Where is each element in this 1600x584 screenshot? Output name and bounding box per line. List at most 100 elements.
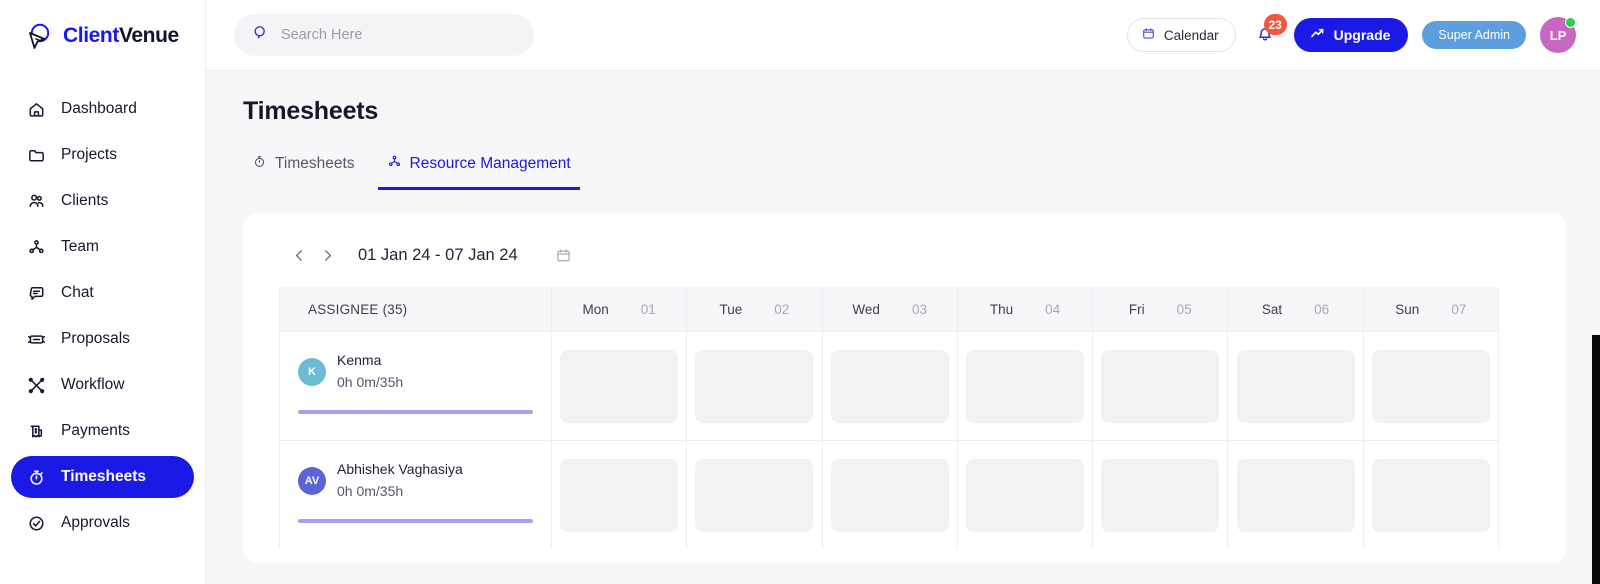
role-badge[interactable]: Super Admin [1422, 21, 1526, 49]
column-header-assignee: ASSIGNEE (35) [280, 287, 552, 331]
empty-slot-placeholder [1101, 350, 1219, 423]
app-root: ClientVenue Dashboard Projects Clients [0, 0, 1600, 584]
day-cell[interactable] [552, 332, 687, 440]
sidebar-item-dashboard[interactable]: Dashboard [11, 88, 194, 130]
sidebar-item-approvals[interactable]: Approvals [11, 502, 194, 544]
column-header-day: Fri 05 [1093, 287, 1228, 331]
day-cell[interactable] [1093, 332, 1228, 440]
online-status-dot [1565, 17, 1576, 28]
empty-slot-placeholder [1101, 459, 1219, 532]
sidebar-item-team[interactable]: Team [11, 226, 194, 268]
tab-label: Timesheets [275, 155, 355, 173]
empty-slot-placeholder [831, 350, 949, 423]
sidebar-item-projects[interactable]: Projects [11, 134, 194, 176]
empty-slot-placeholder [1372, 459, 1490, 532]
sidebar-item-clients[interactable]: Clients [11, 180, 194, 222]
day-name: Sat [1262, 302, 1282, 317]
column-header-day: Sun 07 [1364, 287, 1499, 331]
sidebar-nav: Dashboard Projects Clients Team [0, 71, 205, 544]
day-cell[interactable] [1228, 332, 1363, 440]
upgrade-button-label: Upgrade [1334, 27, 1391, 43]
sidebar-item-label: Payments [61, 422, 130, 440]
calendar-picker-icon[interactable] [552, 243, 576, 267]
empty-slot-placeholder [695, 459, 813, 532]
day-cell[interactable] [1364, 332, 1499, 440]
resource-grid: ASSIGNEE (35) Mon 01 Tue 02 Wed 03 [279, 287, 1499, 549]
assignee-cell[interactable]: AV Abhishek Vaghasiya 0h 0m/35h [280, 441, 552, 549]
day-cell[interactable] [958, 332, 1093, 440]
day-cell[interactable] [1228, 441, 1363, 549]
assignee-name: Kenma [337, 350, 403, 372]
sidebar-item-label: Dashboard [61, 100, 137, 118]
folder-icon [26, 145, 46, 165]
search-input[interactable]: Search Here [234, 14, 534, 56]
tab-timesheets[interactable]: Timesheets [243, 154, 364, 190]
brand-name-part1: Client [63, 24, 119, 47]
payment-bill-icon [26, 421, 46, 441]
users-icon [26, 191, 46, 211]
user-menu[interactable]: LP [1540, 17, 1576, 53]
calendar-button-label: Calendar [1164, 28, 1219, 43]
empty-slot-placeholder [1372, 350, 1490, 423]
day-date: 06 [1314, 302, 1329, 317]
sidebar-item-timesheets[interactable]: Timesheets [11, 456, 194, 498]
sidebar-item-payments[interactable]: Payments [11, 410, 194, 452]
day-cell[interactable] [552, 441, 687, 549]
empty-slot-placeholder [1237, 459, 1355, 532]
notifications-button[interactable]: 23 [1250, 18, 1280, 52]
vertical-scrollbar[interactable] [1588, 71, 1600, 584]
day-date: 04 [1045, 302, 1060, 317]
column-header-day: Wed 03 [823, 287, 958, 331]
capacity-progress-bar [298, 410, 533, 414]
day-cell[interactable] [687, 441, 822, 549]
empty-slot-placeholder [695, 350, 813, 423]
assignee-name: Abhishek Vaghasiya [337, 459, 463, 481]
empty-slot-placeholder [1237, 350, 1355, 423]
day-name: Mon [582, 302, 608, 317]
column-header-day: Thu 04 [958, 287, 1093, 331]
empty-slot-placeholder [966, 350, 1084, 423]
page-title: Timesheets [243, 97, 1566, 126]
day-date: 02 [774, 302, 789, 317]
chevron-right-icon[interactable] [313, 241, 341, 269]
sidebar: ClientVenue Dashboard Projects Clients [0, 0, 206, 584]
assignee-cell[interactable]: K Kenma 0h 0m/35h [280, 332, 552, 440]
day-name: Fri [1129, 302, 1145, 317]
table-row: K Kenma 0h 0m/35h [280, 331, 1499, 440]
empty-slot-placeholder [831, 459, 949, 532]
day-cell[interactable] [823, 332, 958, 440]
day-name: Wed [852, 302, 880, 317]
search-icon [252, 24, 269, 46]
check-circle-icon [26, 513, 46, 533]
sidebar-item-chat[interactable]: Chat [11, 272, 194, 314]
chat-bubble-icon [26, 283, 46, 303]
workflow-icon [26, 375, 46, 395]
day-cell[interactable] [823, 441, 958, 549]
avatar: AV [298, 467, 326, 495]
day-cell[interactable] [958, 441, 1093, 549]
day-date: 05 [1177, 302, 1192, 317]
scrollbar-thumb[interactable] [1592, 335, 1600, 584]
brand-logo[interactable]: ClientVenue [0, 0, 205, 71]
sidebar-item-proposals[interactable]: Proposals [11, 318, 194, 360]
day-cell[interactable] [687, 332, 822, 440]
sidebar-item-label: Approvals [61, 514, 130, 532]
capacity-progress-bar [298, 519, 533, 523]
calendar-button[interactable]: Calendar [1127, 18, 1236, 52]
sidebar-item-label: Projects [61, 146, 117, 164]
sidebar-item-label: Workflow [61, 376, 124, 394]
sidebar-item-workflow[interactable]: Workflow [11, 364, 194, 406]
tab-resource-management[interactable]: Resource Management [378, 154, 580, 190]
chevron-left-icon[interactable] [285, 241, 313, 269]
column-header-day: Tue 02 [687, 287, 822, 331]
day-cell[interactable] [1093, 441, 1228, 549]
tab-label: Resource Management [410, 155, 571, 173]
day-cell[interactable] [1364, 441, 1499, 549]
grid-header-row: ASSIGNEE (35) Mon 01 Tue 02 Wed 03 [280, 287, 1499, 331]
trending-up-icon [1309, 25, 1326, 45]
upgrade-button[interactable]: Upgrade [1294, 18, 1409, 52]
empty-slot-placeholder [560, 459, 678, 532]
topbar: Search Here Calendar 23 [206, 0, 1600, 71]
sidebar-item-label: Chat [61, 284, 94, 302]
column-header-day: Sat 06 [1228, 287, 1363, 331]
